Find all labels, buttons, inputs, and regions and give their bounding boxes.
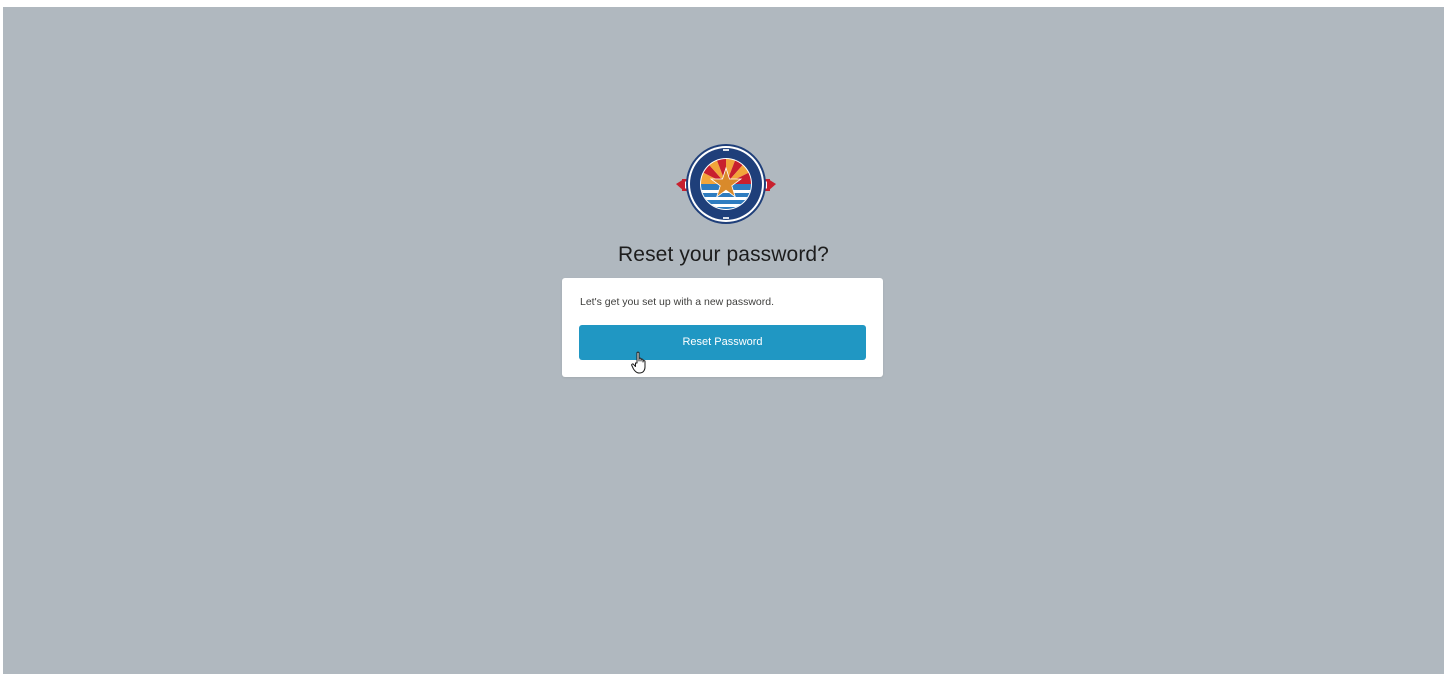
page-background: Reset your password? Let's get you set u…: [3, 7, 1444, 674]
page-title: Reset your password?: [618, 243, 829, 266]
card-message: Let's get you set up with a new password…: [580, 296, 775, 308]
reset-password-card: Let's get you set up with a new password…: [562, 278, 883, 377]
reset-password-button[interactable]: Reset Password: [579, 325, 866, 360]
arizona-dwr-seal-logo: [674, 141, 778, 227]
hand-pointer-icon: [631, 351, 649, 375]
